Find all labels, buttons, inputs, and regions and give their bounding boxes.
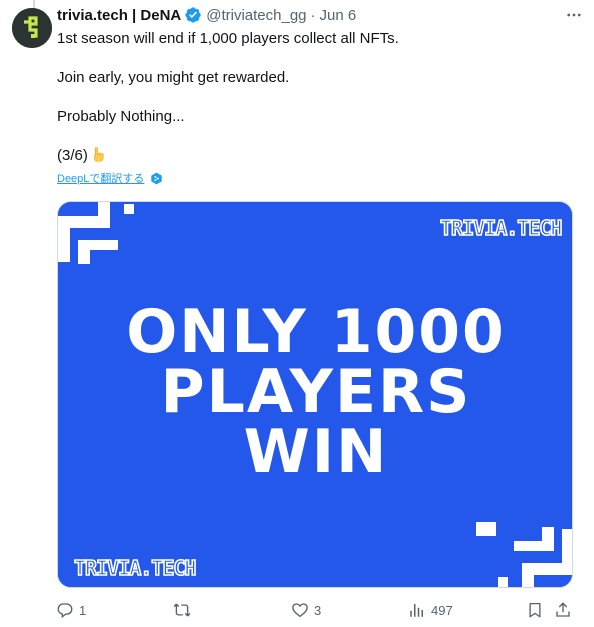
headline-line-3: WIN: [244, 417, 389, 487]
tweet-line-1: 1st season will end if 1,000 players col…: [57, 30, 399, 47]
tweet-line-4: (3/6): [57, 146, 577, 166]
post-date[interactable]: Jun 6: [320, 7, 357, 24]
avatar[interactable]: [12, 8, 52, 48]
retweet-icon: [173, 603, 191, 617]
reply-button[interactable]: 1: [56, 599, 86, 621]
tweet-line-2: Join early, you might get rewarded.: [57, 69, 290, 86]
promo-graphic: TRIVIA.TECH TRIVIA.TECH ONLY 1000 PLAYER…: [58, 202, 572, 587]
bookmark-icon: [529, 602, 541, 618]
tweet-media-image[interactable]: TRIVIA.TECH TRIVIA.TECH ONLY 1000 PLAYER…: [57, 201, 573, 588]
logo-bottom-left: TRIVIA.TECH: [74, 556, 195, 580]
verified-badge-icon[interactable]: [184, 6, 202, 24]
bookmark-button[interactable]: [526, 599, 544, 621]
share-button[interactable]: [554, 599, 572, 621]
like-button[interactable]: 3: [291, 599, 321, 621]
handle[interactable]: @triviatech_gg: [206, 7, 306, 24]
tweet-header: trivia.tech | DeNA @triviatech_gg · Jun …: [57, 5, 356, 25]
views-count: 497: [431, 602, 453, 618]
thread-connector-line: [33, 0, 35, 8]
tweet-actions-bar: 1 3 497: [0, 596, 594, 624]
views-button[interactable]: 497: [408, 599, 453, 621]
separator-dot: ·: [310, 6, 316, 24]
like-count: 3: [314, 602, 322, 618]
views-chart-icon: [410, 604, 423, 617]
tweet-line-3: Probably Nothing...: [57, 108, 185, 125]
reply-icon: [57, 603, 73, 619]
share-icon: [556, 602, 570, 617]
more-options-icon: [567, 13, 581, 17]
more-options-button[interactable]: [563, 4, 585, 26]
logo-top-right: TRIVIA.TECH: [440, 216, 561, 240]
translate-label[interactable]: DeepLで翻訳する: [57, 170, 144, 186]
deepl-icon: [151, 172, 163, 184]
display-name[interactable]: trivia.tech | DeNA: [57, 7, 181, 24]
trivia-logo-icon: [12, 8, 52, 48]
thread-counter: (3/6): [57, 147, 88, 164]
translate-link[interactable]: DeepLで翻訳する: [57, 170, 163, 186]
reply-count: 1: [79, 602, 87, 618]
heart-icon: [292, 603, 308, 618]
retweet-button[interactable]: [173, 599, 196, 621]
tweet-text: 1st season will end if 1,000 players col…: [57, 29, 577, 166]
pointing-down-hand-emoji: [94, 147, 104, 162]
